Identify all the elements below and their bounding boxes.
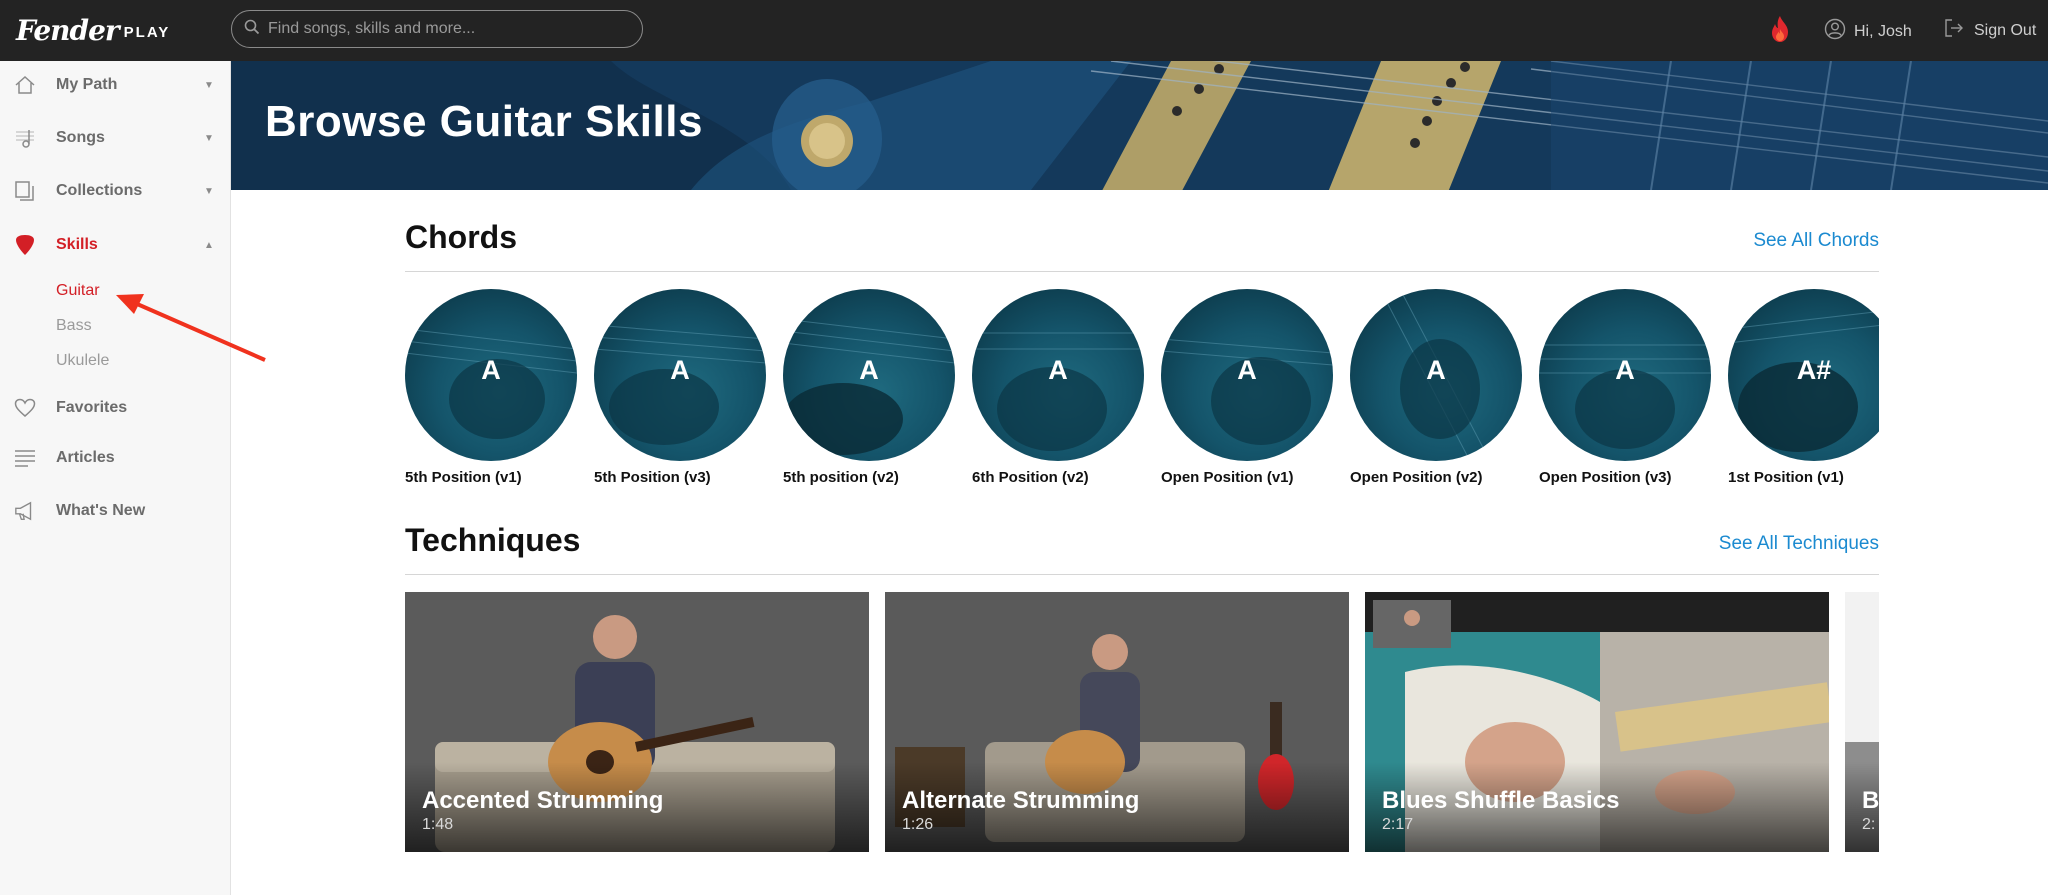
chord-caption: 5th position (v2) [783,469,899,486]
technique-duration: 2:17 [1382,816,1414,833]
sidebar-item-label: Favorites [56,399,128,416]
technique-title: B [1862,787,1879,814]
technique-card[interactable]: Accented Strumming 1:48 [405,592,869,852]
technique-card[interactable]: Blues Shuffle Basics 2:17 [1365,592,1829,852]
fender-play-logo[interactable]: Fender PLAY [16,13,170,47]
chord-card[interactable]: A 5th Position (v3) [594,289,769,486]
search-box[interactable] [231,10,643,48]
sidebar-item-label: Songs [56,129,105,146]
technique-duration: 1:48 [422,816,454,833]
sidebar-subitem-bass[interactable]: Bass [56,317,92,335]
sidebar-subitem-ukulele[interactable]: Ukulele [56,352,109,370]
techniques-carousel: Accented Strumming 1:48 Alternate Strumm… [405,592,1879,852]
annotation-arrow [110,288,270,373]
chords-divider [405,271,1879,272]
techniques-heading: Techniques [405,522,581,558]
sidebar: My Path ▼ Songs ▼ Collections ▼ Skills ▲… [0,61,231,895]
hero-banner: Browse Guitar Skills [231,61,2048,190]
chord-letter: A [1426,355,1446,385]
chevron-down-icon: ▼ [204,79,214,91]
chord-letter: A [1237,355,1257,385]
user-menu[interactable]: Hi, Josh [1824,18,1912,45]
home-icon [14,74,36,96]
chord-letter: A [1048,355,1068,385]
sign-out-icon [1944,18,1974,43]
guitar-pick-icon [14,234,36,256]
sidebar-item-songs[interactable]: Songs ▼ [0,118,230,158]
heart-icon [14,397,36,419]
top-bar: Fender PLAY Hi, Josh Sign Out [0,0,2048,61]
chord-thumbnail: A [1539,289,1711,461]
technique-duration: 1:26 [902,816,934,833]
technique-title: Alternate Strumming [902,787,1140,814]
technique-card[interactable]: Alternate Strumming 1:26 [885,592,1349,852]
chord-thumbnail: A# [1728,289,1879,461]
chord-caption: Open Position (v1) [1161,469,1294,486]
chord-caption: 1st Position (v1) [1728,469,1844,486]
chord-caption: 5th Position (v1) [405,469,522,486]
sidebar-item-my-path[interactable]: My Path ▼ [0,65,230,105]
chord-letter: A [1615,355,1635,385]
sign-out-button[interactable]: Sign Out [1944,18,2036,43]
chord-caption: Open Position (v2) [1350,469,1483,486]
technique-card[interactable]: B 2: [1845,592,1879,852]
logo-brand: Fender [16,13,120,47]
chord-card[interactable]: A 5th position (v2) [783,289,958,486]
see-all-chords-link[interactable]: See All Chords [1753,230,1879,252]
chord-thumbnail: A [594,289,766,461]
technique-title: Blues Shuffle Basics [1382,787,1620,814]
collections-icon [14,180,36,202]
logo-product: PLAY [123,23,171,41]
articles-icon [14,447,36,469]
chord-thumbnail: A [405,289,577,461]
chord-card[interactable]: A Open Position (v2) [1350,289,1525,486]
chord-caption: 5th Position (v3) [594,469,711,486]
chevron-down-icon: ▼ [204,185,214,197]
chord-letter: A [859,355,879,385]
search-icon [244,19,260,40]
chord-card[interactable]: A 5th Position (v1) [405,289,580,486]
sign-out-label: Sign Out [1974,21,2037,39]
chord-letter: A [481,355,501,385]
chord-thumbnail: A [972,289,1144,461]
sidebar-item-label: My Path [56,76,118,93]
sidebar-item-whats-new[interactable]: What's New [0,491,230,531]
chevron-up-icon: ▲ [204,239,214,251]
chord-letter: A [670,355,690,385]
chord-card[interactable]: A 6th Position (v2) [972,289,1147,486]
sidebar-item-label: Articles [56,449,115,466]
chords-carousel: A 5th Position (v1) A 5th Position (v3) … [405,289,1879,489]
chord-card[interactable]: A Open Position (v1) [1161,289,1336,486]
page-title: Browse Guitar Skills [265,97,703,146]
chord-letter: A# [1796,355,1832,385]
chord-thumbnail: A [1161,289,1333,461]
sidebar-item-label: What's New [56,502,146,519]
user-greeting: Hi, Josh [1854,22,1912,40]
megaphone-icon [14,500,36,522]
chord-thumbnail: A [1350,289,1522,461]
chord-caption: Open Position (v3) [1539,469,1672,486]
sidebar-item-collections[interactable]: Collections ▼ [0,171,230,211]
see-all-techniques-link[interactable]: See All Techniques [1719,533,1879,555]
search-input[interactable] [268,20,628,38]
chord-card[interactable]: A Open Position (v3) [1539,289,1714,486]
streak-flame-icon[interactable] [1768,15,1792,43]
chevron-down-icon: ▼ [204,132,214,144]
chord-caption: 6th Position (v2) [972,469,1089,486]
technique-title: Accented Strumming [422,787,664,814]
sidebar-item-label: Skills [56,236,98,253]
sidebar-item-favorites[interactable]: Favorites [0,388,230,428]
sidebar-item-label: Collections [56,182,143,199]
chord-thumbnail: A [783,289,955,461]
sidebar-item-articles[interactable]: Articles [0,438,230,478]
sidebar-item-skills[interactable]: Skills ▲ [0,225,230,265]
sidebar-subitem-guitar[interactable]: Guitar [56,282,100,300]
technique-duration: 2: [1862,816,1876,833]
music-note-icon [14,127,36,149]
user-icon [1824,18,1854,45]
chord-card[interactable]: A# 1st Position (v1) [1728,289,1879,486]
techniques-divider [405,574,1879,575]
chords-heading: Chords [405,219,517,255]
